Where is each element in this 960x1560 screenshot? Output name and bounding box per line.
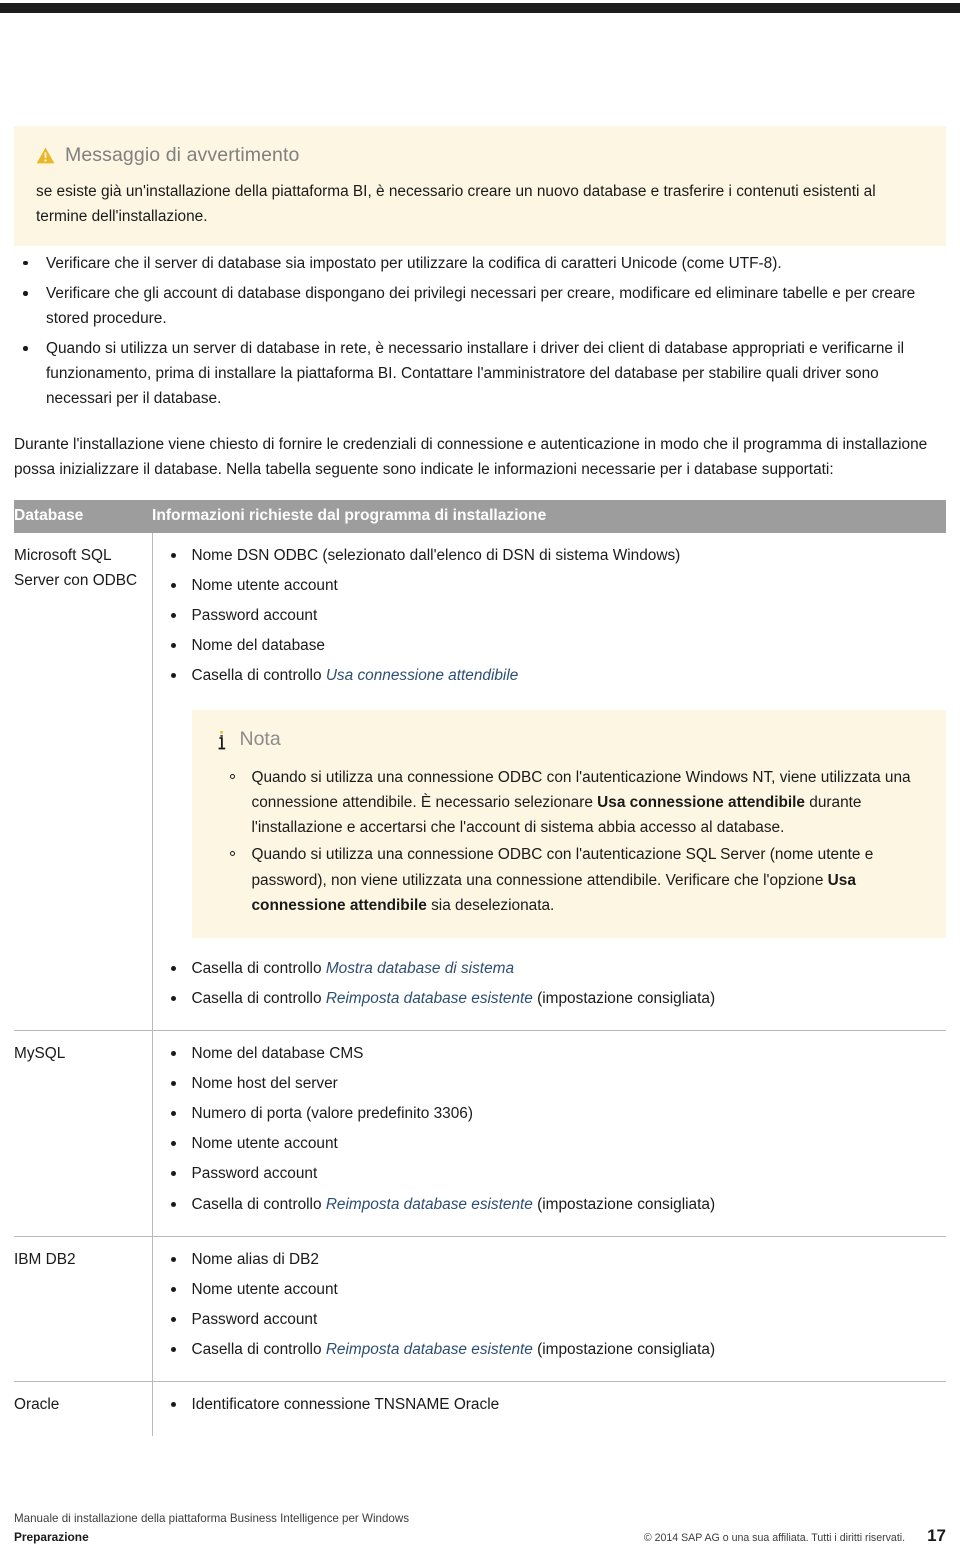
table-cell-info: Nome DSN ODBC (selezionato dall'elenco d…	[152, 532, 947, 1031]
list-item: Quando si utilizza una connessione ODBC …	[218, 842, 921, 917]
table-cell-info: Nome alias di DB2 Nome utente account Pa…	[152, 1236, 947, 1383]
ui-term: Reimposta database esistente	[325, 1195, 533, 1213]
table-header-row: Database Informazioni richieste dal prog…	[14, 499, 946, 533]
warning-title: Messaggio di avvertimento	[65, 144, 300, 166]
list-item: Identificatore connessione TNSNAME Oracl…	[153, 1392, 947, 1417]
list-item: Casella di controllo Reimposta database …	[153, 1337, 947, 1362]
warning-triangle-icon	[36, 147, 55, 164]
ui-term: Mostra database di sistema	[325, 959, 515, 977]
warning-body: se esiste già un'installazione della pia…	[36, 183, 876, 225]
ui-term: Usa connessione attendibile	[325, 667, 519, 685]
list-item: Nome utente account	[153, 1131, 947, 1156]
table-row: Microsoft SQL Server con ODBC Nome DSN O…	[14, 532, 947, 1031]
table-cell-info: Nome del database CMS Nome host del serv…	[152, 1030, 947, 1237]
list-item: Password account	[153, 1161, 947, 1186]
intro-paragraph: Durante l'installazione viene chiesto di…	[14, 435, 928, 478]
warning-callout: Messaggio di avvertimento se esiste già …	[14, 126, 946, 246]
list-item: Numero di porta (valore predefinito 3306…	[153, 1101, 947, 1126]
list-item: Password account	[153, 1307, 947, 1332]
list-item: Verificare che il server di database sia…	[14, 251, 946, 276]
note-list: Quando si utilizza una connessione ODBC …	[218, 765, 921, 918]
list-item: Nome del database	[153, 633, 947, 658]
footer-document-title: Manuale di installazione della piattafor…	[14, 1511, 410, 1525]
requirements-list: Identificatore connessione TNSNAME Oracl…	[153, 1392, 947, 1417]
note-title: Nota	[239, 728, 281, 751]
list-item: Casella di controllo Reimposta database …	[153, 1192, 947, 1217]
table-row: IBM DB2 Nome alias di DB2 Nome utente ac…	[14, 1236, 947, 1383]
requirements-list: Nome del database CMS Nome host del serv…	[153, 1041, 947, 1217]
ui-term: Reimposta database esistente	[325, 1340, 533, 1358]
supported-databases-table: Database Informazioni richieste dal prog…	[14, 499, 947, 1437]
table-row: MySQL Nome del database CMS Nome host de…	[14, 1030, 947, 1237]
table-cell-database: Oracle	[14, 1381, 153, 1437]
footer-right: © 2014 SAP AG o una sua affiliata. Tutti…	[644, 1526, 946, 1546]
table-header-info: Informazioni richieste dal programma di …	[152, 499, 946, 533]
list-item: Verificare che gli account di database d…	[14, 281, 946, 331]
table-cell-database: MySQL	[14, 1030, 153, 1237]
info-icon	[218, 730, 225, 750]
table-header-database: Database	[14, 499, 152, 533]
footer-row: Manuale di installazione della piattafor…	[14, 1511, 946, 1546]
list-item: Nome alias di DB2	[153, 1247, 947, 1272]
requirements-list: Nome alias di DB2 Nome utente account Pa…	[153, 1247, 947, 1362]
list-item: Nome del database CMS	[153, 1041, 947, 1066]
list-item: Password account	[153, 603, 947, 628]
intro-bullet-list: Verificare che il server di database sia…	[14, 251, 946, 412]
top-dark-bar	[0, 3, 960, 13]
list-item: Quando si utilizza una connessione ODBC …	[218, 765, 921, 840]
page-footer: Manuale di installazione della piattafor…	[0, 1511, 960, 1560]
requirements-list-after-note: Casella di controllo Mostra database di …	[153, 956, 947, 1011]
list-item: Nome utente account	[153, 1277, 947, 1302]
table-cell-database: IBM DB2	[14, 1236, 153, 1383]
document-page: Messaggio di avvertimento se esiste già …	[0, 13, 960, 1437]
note-callout: Nota Quando si utilizza una connessione …	[191, 710, 946, 938]
footer-page-number: 17	[927, 1526, 946, 1545]
footer-copyright: © 2014 SAP AG o una sua affiliata. Tutti…	[643, 1532, 906, 1544]
table-row: Oracle Identificatore connessione TNSNAM…	[14, 1381, 946, 1437]
list-item: Casella di controllo Usa connessione att…	[153, 663, 947, 688]
footer-section-name: Preparazione	[14, 1529, 89, 1544]
list-item: Nome DSN ODBC (selezionato dall'elenco d…	[153, 543, 947, 568]
requirements-list: Nome DSN ODBC (selezionato dall'elenco d…	[153, 543, 947, 689]
list-item: Nome host del server	[153, 1071, 947, 1096]
warning-header: Messaggio di avvertimento	[36, 144, 924, 167]
list-item: Casella di controllo Reimposta database …	[153, 986, 947, 1011]
ui-term: Reimposta database esistente	[325, 989, 533, 1007]
list-item: Casella di controllo Mostra database di …	[153, 956, 947, 981]
footer-left: Manuale di installazione della piattafor…	[14, 1511, 409, 1546]
ui-term-bold: Usa connessione attendibile	[597, 794, 805, 812]
list-item: Nome utente account	[153, 573, 947, 598]
list-item: Quando si utilizza un server di database…	[14, 336, 946, 411]
table-cell-database: Microsoft SQL Server con ODBC	[14, 532, 153, 1031]
note-header: Nota	[218, 724, 921, 756]
table-cell-info: Identificatore connessione TNSNAME Oracl…	[152, 1382, 946, 1437]
